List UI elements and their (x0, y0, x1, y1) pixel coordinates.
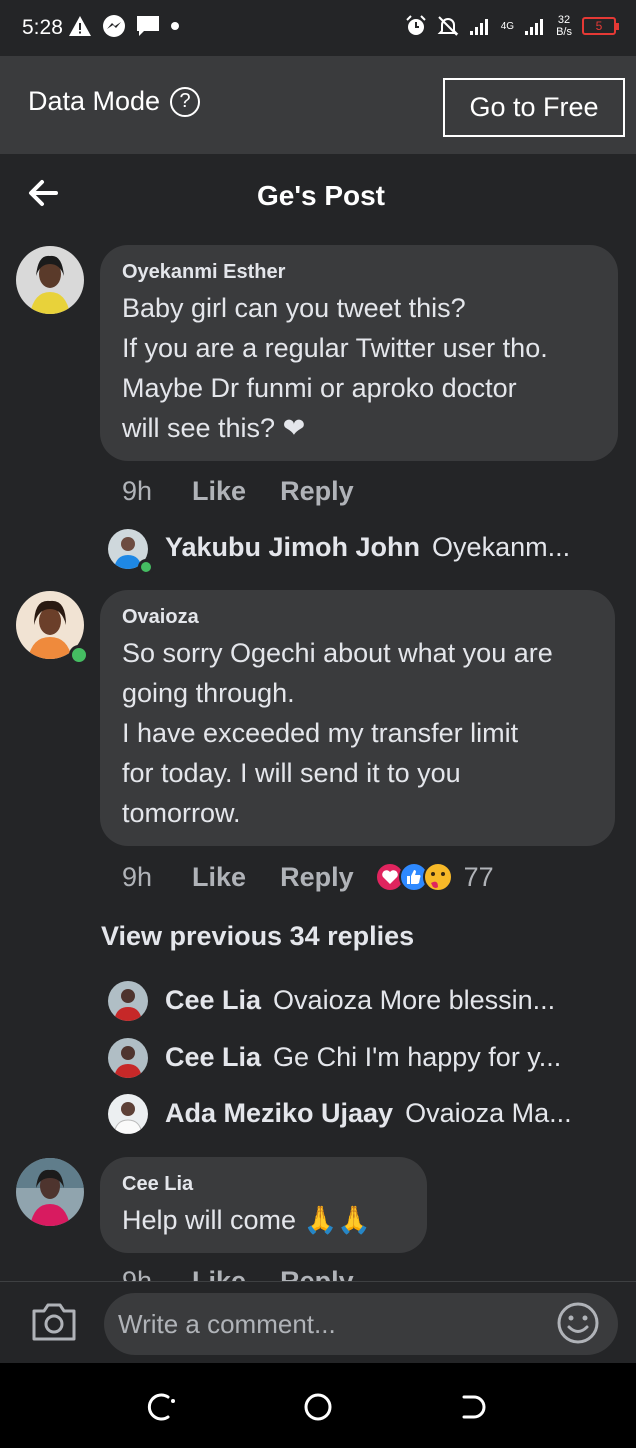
post-comments-screen: 5:28 4G 32 B/s 5 Data Mode ? Go to Free (0, 0, 636, 1448)
signal-icon-2 (525, 19, 544, 35)
reply-text: Ovaioza Ma... (405, 1098, 572, 1128)
comment-text: Help will come 🙏🙏 (122, 1205, 371, 1235)
comment-composer (0, 1281, 636, 1363)
comment-actions: 9h Like Reply (122, 476, 388, 507)
comment-time: 9h (122, 1266, 153, 1281)
comment-input[interactable] (104, 1293, 618, 1355)
dot-icon (171, 22, 179, 30)
reply-row[interactable]: Cee Lia Ovaioza More blessin... (165, 985, 555, 1016)
like-button[interactable]: Like (192, 862, 246, 893)
data-mode-label: Data Mode (28, 86, 161, 116)
mute-bell-icon (437, 16, 459, 36)
reply-author[interactable]: Cee Lia (165, 985, 261, 1016)
camera-icon[interactable] (30, 1301, 78, 1343)
comment-time: 9h (122, 861, 153, 892)
comment-actions: 9h Like Reply 77 (122, 861, 494, 893)
avatar-ada-meziko-ujaay[interactable] (108, 1094, 148, 1134)
comment-actions: 9h Like Reply (122, 1266, 388, 1281)
care-reaction-icon (422, 862, 453, 892)
reply-text: Oyekanm... (432, 532, 571, 562)
avatar-cee-lia[interactable] (16, 1158, 84, 1226)
view-previous-replies-link[interactable]: View previous 34 replies (101, 921, 414, 952)
reply-author[interactable]: Ada Meziko Ujaay (165, 1098, 393, 1129)
help-icon[interactable]: ? (170, 86, 201, 117)
network-speed: 32 B/s (556, 14, 572, 38)
signal-icon (469, 19, 488, 35)
comment-author[interactable]: Cee Lia (122, 1173, 405, 1196)
like-button[interactable]: Like (192, 1266, 246, 1281)
page-title: Ge's Post (256, 180, 386, 211)
reactions-summary[interactable]: 77 (374, 861, 494, 893)
chat-icon (137, 16, 159, 36)
reply-text: Ovaioza More blessin... (273, 985, 556, 1015)
avatar-cee-lia[interactable] (108, 1038, 148, 1078)
comment-text: So sorry Ogechi about what you are going… (122, 638, 553, 828)
reply-author[interactable]: Yakubu Jimoh John (165, 532, 420, 563)
avatar-oyekanmi-esther[interactable] (16, 246, 84, 314)
battery-icon: 5 (582, 17, 619, 35)
system-navigation-bar (0, 1363, 636, 1448)
home-icon[interactable] (302, 1391, 334, 1423)
comment-text: Baby girl can you tweet this? If you are… (122, 293, 548, 443)
emoji-icon[interactable] (556, 1301, 600, 1345)
avatar-cee-lia[interactable] (108, 981, 148, 1021)
comment-time: 9h (122, 476, 153, 506)
reply-button[interactable]: Reply (280, 1266, 354, 1281)
reply-button[interactable]: Reply (280, 476, 354, 507)
recent-apps-icon[interactable] (146, 1391, 178, 1423)
reply-author[interactable]: Cee Lia (165, 1042, 261, 1073)
reply-row[interactable]: Ada Meziko Ujaay Ovaioza Ma... (165, 1098, 572, 1129)
reply-row[interactable]: Yakubu Jimoh John Oyekanm... (165, 532, 570, 563)
comment-bubble[interactable]: Cee Lia Help will come 🙏🙏 (100, 1157, 427, 1253)
online-status-dot (138, 559, 154, 575)
post-header: Ge's Post (0, 154, 636, 236)
reply-text: Ge Chi I'm happy for y... (273, 1042, 562, 1072)
alarm-icon (406, 15, 426, 35)
like-button[interactable]: Like (192, 476, 246, 507)
comment-author[interactable]: Ovaioza (122, 606, 593, 629)
comment-author[interactable]: Oyekanmi Esther (122, 261, 596, 284)
reply-row[interactable]: Cee Lia Ge Chi I'm happy for y... (165, 1042, 561, 1073)
reaction-count: 77 (463, 861, 494, 892)
network-type: 4G (500, 20, 515, 32)
back-nav-icon[interactable] (458, 1391, 490, 1423)
online-status-dot (69, 645, 89, 665)
status-bar: 5:28 4G 32 B/s 5 (0, 0, 636, 56)
go-to-free-button[interactable]: Go to Free (443, 78, 625, 137)
messenger-icon (103, 15, 125, 37)
comment-bubble[interactable]: Oyekanmi Esther Baby girl can you tweet … (100, 245, 618, 461)
comment-bubble[interactable]: Ovaioza So sorry Ogechi about what you a… (100, 590, 615, 846)
data-mode-banner: Data Mode ? Go to Free (0, 56, 636, 154)
reply-button[interactable]: Reply (280, 862, 354, 893)
status-time: 5:28 (22, 16, 63, 39)
warning-icon (69, 16, 91, 36)
